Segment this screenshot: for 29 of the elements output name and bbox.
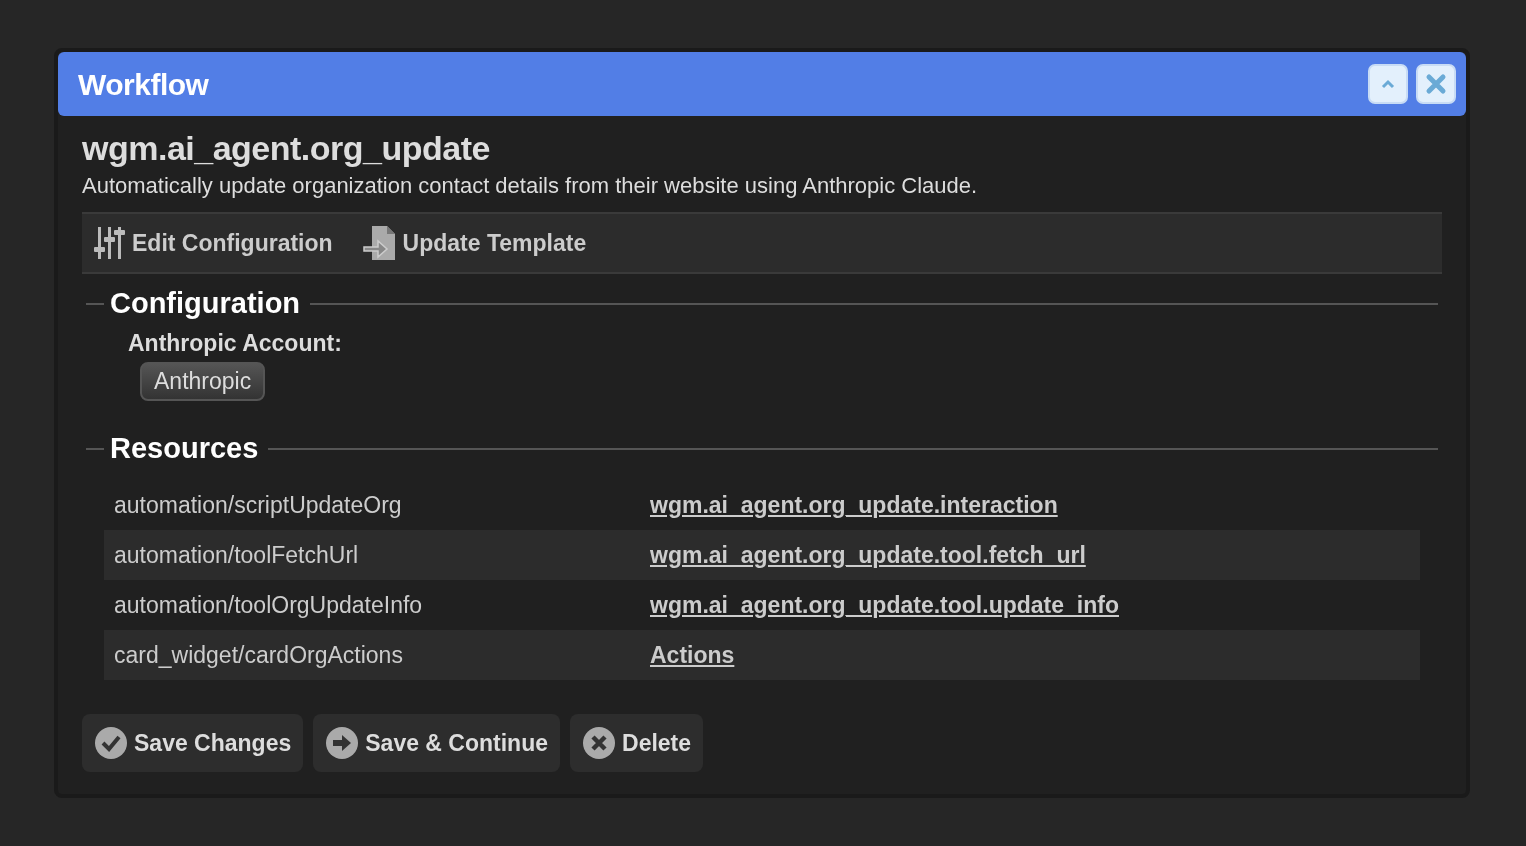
sliders-icon — [94, 225, 126, 262]
resource-link[interactable]: wgm.ai_agent.org_update.interaction — [650, 488, 1058, 523]
close-icon — [1425, 73, 1447, 95]
account-value: Anthropic — [140, 362, 266, 401]
resource-name: card_widget/cardOrgActions — [113, 641, 404, 671]
chevron-up-icon — [1380, 79, 1396, 89]
close-icon — [582, 726, 616, 761]
save-button[interactable]: Save Changes — [82, 714, 304, 773]
workflow-description: Automatically update organization contact details from their website using Anthropic Claude. — [82, 172, 979, 201]
field-label: Anthropic Account: — [128, 328, 343, 358]
file-import-icon — [362, 225, 397, 262]
delete-button[interactable]: Delete — [570, 714, 704, 773]
arrow-right-icon — [325, 726, 360, 761]
section-title: Resources — [109, 430, 260, 466]
toolbar-button[interactable]: Edit Configuration — [94, 225, 333, 262]
section-title: Configuration — [109, 286, 302, 322]
resource-link[interactable]: wgm.ai_agent.org_update.tool.update_info — [650, 588, 1119, 623]
check-icon — [94, 726, 128, 761]
resource-name: automation/scriptUpdateOrg — [113, 491, 403, 521]
resource-link[interactable]: Actions — [650, 638, 735, 673]
close-button[interactable] — [1416, 64, 1456, 104]
toolbar-button[interactable]: Update Template — [362, 225, 587, 262]
resource-link[interactable]: wgm.ai_agent.org_update.tool.fetch_url — [650, 538, 1086, 573]
workflow-name: wgm.ai_agent.org_update — [82, 130, 491, 168]
resource-name: automation/toolOrgUpdateInfo — [113, 591, 424, 621]
resource-name: automation/toolFetchUrl — [113, 541, 360, 571]
save-button[interactable]: Save & Continue — [313, 714, 560, 773]
collapse-button[interactable] — [1368, 64, 1408, 104]
window-title: Workflow — [78, 66, 209, 103]
